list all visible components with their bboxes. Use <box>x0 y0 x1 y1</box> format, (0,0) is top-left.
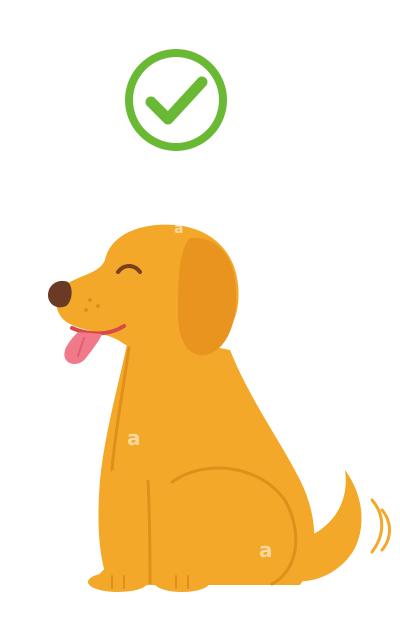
watermark-glyph: a <box>259 538 273 562</box>
watermark-glyph: a <box>127 426 141 450</box>
illustration-canvas: a a a <box>0 0 400 622</box>
dog-back-paw <box>154 572 210 592</box>
tail-wag-line <box>380 508 391 552</box>
muzzle-dot <box>96 304 100 308</box>
dog-nose <box>48 280 72 308</box>
muzzle-dot <box>84 308 88 312</box>
tail-wag-line <box>370 498 384 554</box>
watermark-glyph: a <box>174 221 184 237</box>
dog-front-paw <box>88 572 148 592</box>
dog-tongue <box>64 332 102 364</box>
dog-sitting-happy-icon <box>48 224 391 592</box>
muzzle-dot <box>88 298 92 302</box>
